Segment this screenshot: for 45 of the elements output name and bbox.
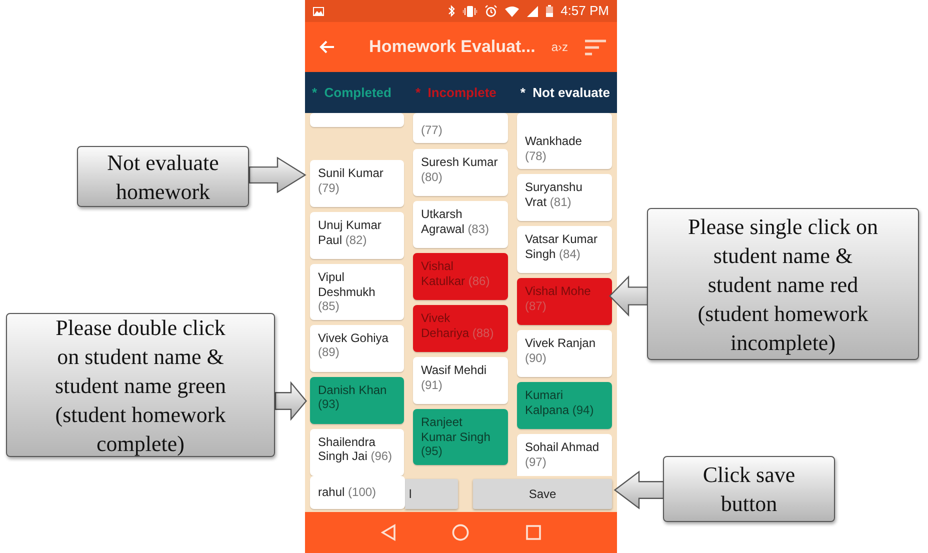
battery-icon	[546, 5, 553, 17]
student-card[interactable]: Danish Khan (93)	[310, 376, 404, 424]
student-card[interactable]: Wankhade (78)	[517, 113, 612, 169]
callout-arrow	[274, 381, 307, 421]
legend-label: * Not evaluate	[520, 84, 610, 102]
callout-note: Click save button	[663, 456, 835, 522]
callout-arrow	[614, 470, 664, 510]
signal-icon	[526, 6, 538, 16]
student-card[interactable]: Vatsar Kumar Singh (84)	[517, 226, 612, 273]
legend-label: * Completed	[312, 84, 392, 102]
recents-icon[interactable]	[526, 525, 541, 540]
bluetooth-icon	[448, 5, 455, 17]
status-time: 4:57 PM	[560, 2, 609, 20]
student-card[interactable]: Ranjeet Kumar Singh (95)	[413, 409, 508, 464]
back-icon[interactable]	[381, 524, 396, 541]
save-button[interactable]: Save	[473, 479, 612, 509]
student-card[interactable]: Wasif Mehdi (91)	[413, 357, 508, 404]
student-card[interactable]: Suresh Kumar (80)	[413, 149, 508, 196]
sort-icon[interactable]	[584, 38, 607, 56]
vibrate-icon	[462, 6, 477, 16]
student-card[interactable]: Shailendra Singh Jai (96)	[310, 428, 404, 476]
student-card[interactable]: Vipul Deshmukh (85)	[310, 264, 404, 320]
callout-note: Please single click on student name & student name red (student homework incomplete)	[647, 208, 919, 360]
action-button[interactable]: l	[405, 479, 458, 509]
callout-arrow	[608, 275, 648, 317]
student-card[interactable]: (77)	[413, 113, 508, 143]
student-card[interactable]: Sohail Ahmad (97)	[517, 434, 612, 476]
alarm-icon	[484, 5, 497, 17]
wifi-icon	[504, 6, 519, 16]
legend-label: * Incomplete	[415, 84, 496, 102]
screen-title: Homework Evaluat...	[369, 36, 536, 58]
back-arrow-icon[interactable]	[319, 40, 335, 54]
student-card[interactable]: Unuj Kumar Paul (82)	[310, 212, 404, 259]
student-card[interactable]: Kumari Kalpana (94)	[517, 382, 612, 429]
student-card[interactable]: Sunil Kumar (79)	[310, 160, 404, 207]
student-card[interactable]: Utkarsh Agrawal (83)	[413, 201, 508, 248]
callout-note: Not evaluate homework	[77, 146, 249, 207]
home-icon[interactable]	[452, 524, 470, 541]
student-card[interactable]: Vivek Gohiya (89)	[310, 324, 404, 372]
callout-arrow	[248, 156, 306, 194]
student-card[interactable]: Suryanshu Vrat (81)	[517, 174, 612, 221]
student-card[interactable]: Vivek Ranjan (90)	[517, 330, 612, 377]
image-icon	[313, 6, 324, 16]
callout-note: Please double click on student name & student name green (student homework complete)	[6, 313, 275, 457]
student-card[interactable]: rahul (100)	[310, 476, 405, 509]
